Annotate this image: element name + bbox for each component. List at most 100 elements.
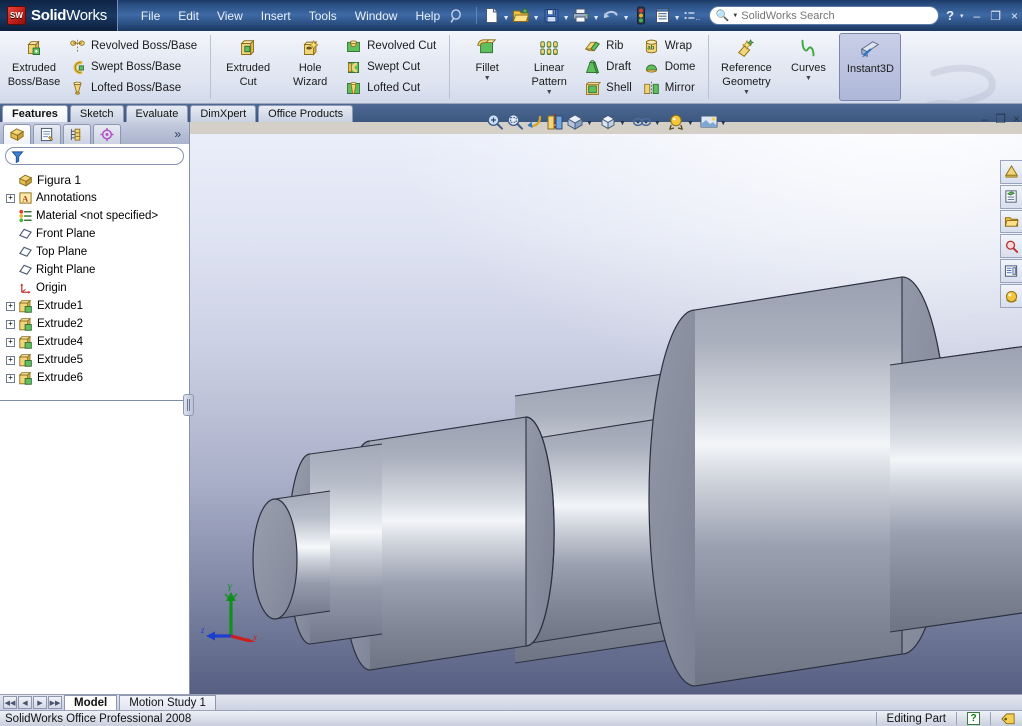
document-close-button[interactable]: ×	[1013, 112, 1020, 126]
tree-expand-toggle[interactable]: +	[6, 337, 15, 347]
restore-button[interactable]: ❐	[986, 9, 1005, 23]
save-icon[interactable]	[541, 5, 562, 26]
section-view-button[interactable]	[545, 112, 565, 132]
tree-expand-toggle[interactable]: +	[6, 373, 15, 383]
menu-item-edit[interactable]: Edit	[169, 6, 208, 26]
menu-item-tools[interactable]: Tools	[300, 6, 346, 26]
tree-item-material[interactable]: Material <not specified>	[4, 207, 189, 225]
view-orientation-dropdown-arrow[interactable]: ▼	[585, 120, 598, 127]
tree-item-extrude6[interactable]: + Extrude6	[4, 369, 189, 387]
rebuild-icon[interactable]	[631, 5, 652, 26]
linear-pattern-button[interactable]: Linear Pattern ▼	[518, 33, 580, 101]
extruded-cut-button[interactable]: Extruded Cut	[217, 33, 279, 101]
print-icon[interactable]	[571, 5, 592, 26]
instant3d-button[interactable]: Instant3D	[839, 33, 902, 101]
fillet-dropdown-arrow[interactable]: ▼	[484, 75, 491, 82]
customize-menu-icon[interactable]: ..	[682, 5, 703, 26]
tree-item-extrude2[interactable]: + Extrude2	[4, 315, 189, 333]
extruded-boss-base-button[interactable]: Extruded Boss/Base	[3, 33, 65, 101]
reference-geometry-dropdown-arrow[interactable]: ▼	[743, 89, 750, 96]
document-restore-button[interactable]: ❐	[995, 112, 1006, 126]
print-dropdown-arrow[interactable]: ▼	[592, 5, 601, 26]
tree-expand-toggle[interactable]: +	[6, 319, 15, 329]
tab-sketch[interactable]: Sketch	[69, 105, 124, 122]
view-orientation-button[interactable]: ▼	[565, 112, 598, 132]
tree-item-extrude4[interactable]: + Extrude4	[4, 333, 189, 351]
status-tag-icon[interactable]	[1001, 712, 1016, 726]
options-dropdown-arrow[interactable]: ▼	[673, 5, 682, 26]
undo-dropdown-arrow[interactable]: ▼	[622, 5, 631, 26]
tab-motion-study-1[interactable]: Motion Study 1	[119, 695, 216, 710]
tree-item-annotations[interactable]: + A Annotations	[4, 189, 189, 207]
swept-boss-base-button[interactable]: Swept Boss/Base	[67, 57, 202, 77]
previous-tab-button[interactable]: ◀	[18, 696, 32, 709]
tree-item-part-root[interactable]: Figura 1	[4, 171, 189, 189]
tree-expand-toggle[interactable]: +	[6, 355, 15, 365]
configuration-manager-tab[interactable]	[63, 124, 91, 144]
tree-item-right-plane[interactable]: Right Plane	[4, 261, 189, 279]
menu-item-insert[interactable]: Insert	[252, 6, 300, 26]
dome-button[interactable]: Dome	[641, 57, 701, 77]
menu-item-view[interactable]: View	[208, 6, 252, 26]
tree-item-origin[interactable]: Origin	[4, 279, 189, 297]
mirror-button[interactable]: Mirror	[641, 78, 701, 98]
swept-cut-button[interactable]: Swept Cut	[343, 57, 441, 77]
zoom-to-fit-button[interactable]	[485, 112, 505, 132]
graphics-area[interactable]: z Y x	[190, 134, 1022, 694]
edit-appearance-button[interactable]: ▼	[666, 112, 699, 132]
apply-scene-dropdown-arrow[interactable]: ▼	[719, 120, 732, 127]
new-document-dropdown-arrow[interactable]: ▼	[502, 5, 511, 26]
tree-item-top-plane[interactable]: Top Plane	[4, 243, 189, 261]
options-icon[interactable]	[652, 5, 673, 26]
tree-expand-toggle[interactable]: +	[6, 193, 15, 203]
file-explorer-button[interactable]	[1000, 209, 1022, 234]
tab-evaluate[interactable]: Evaluate	[125, 105, 189, 122]
rib-button[interactable]: Rib	[582, 36, 637, 56]
fillet-button[interactable]: Fillet ▼	[456, 33, 518, 101]
minimize-button[interactable]: –	[970, 9, 985, 23]
hide-show-items-dropdown-arrow[interactable]: ▼	[653, 120, 666, 127]
zoom-to-area-button[interactable]	[505, 112, 525, 132]
previous-view-button[interactable]	[525, 112, 545, 132]
display-style-dropdown-arrow[interactable]: ▼	[618, 120, 631, 127]
search-dropdown-arrow[interactable]: ▼	[732, 13, 738, 19]
property-manager-tab[interactable]	[33, 124, 61, 144]
tree-item-extrude1[interactable]: + Extrude1	[4, 297, 189, 315]
open-document-icon[interactable]	[511, 5, 532, 26]
appearances-scenes-button[interactable]	[1000, 284, 1022, 308]
tree-item-front-plane[interactable]: Front Plane	[4, 225, 189, 243]
menu-item-file[interactable]: File	[132, 6, 169, 26]
document-minimize-button[interactable]: –	[982, 112, 989, 126]
edit-appearance-dropdown-arrow[interactable]: ▼	[686, 120, 699, 127]
new-document-icon[interactable]	[481, 5, 502, 26]
panel-splitter-handle[interactable]	[183, 394, 194, 416]
display-style-button[interactable]: ▼	[598, 112, 631, 132]
revolved-cut-button[interactable]: Revolved Cut	[343, 36, 441, 56]
wrap-button[interactable]: ab Wrap	[641, 36, 701, 56]
help-button[interactable]: ?	[946, 8, 954, 23]
save-dropdown-arrow[interactable]: ▼	[562, 5, 571, 26]
tree-item-extrude5[interactable]: + Extrude5	[4, 351, 189, 369]
menu-item-help[interactable]: Help	[406, 6, 449, 26]
design-library-button[interactable]	[1000, 184, 1022, 209]
search-task-button[interactable]	[1000, 234, 1022, 259]
feature-tree-filter-input[interactable]	[28, 150, 178, 162]
search-input[interactable]	[741, 9, 933, 22]
tab-model[interactable]: Model	[64, 695, 118, 710]
curves-button[interactable]: Curves ▼	[777, 33, 839, 101]
first-tab-button[interactable]: ◀◀	[3, 696, 17, 709]
solidworks-resources-button[interactable]	[1000, 160, 1022, 184]
feature-manager-tab[interactable]	[3, 124, 31, 144]
menu-item-window[interactable]: Window	[346, 6, 407, 26]
hide-show-items-button[interactable]: ▼	[631, 112, 666, 132]
feature-tree-filter[interactable]	[5, 147, 184, 165]
shell-button[interactable]: Shell	[582, 78, 637, 98]
open-document-dropdown-arrow[interactable]: ▼	[532, 5, 541, 26]
curves-dropdown-arrow[interactable]: ▼	[805, 75, 812, 82]
lofted-cut-button[interactable]: Lofted Cut	[343, 78, 441, 98]
apply-scene-button[interactable]: ▼	[699, 112, 732, 132]
draft-button[interactable]: Draft	[582, 57, 637, 77]
revolved-boss-base-button[interactable]: Revolved Boss/Base	[67, 36, 202, 56]
hole-wizard-button[interactable]: Hole Wizard	[279, 33, 341, 101]
help-dropdown-arrow[interactable]: ▾	[956, 12, 968, 20]
